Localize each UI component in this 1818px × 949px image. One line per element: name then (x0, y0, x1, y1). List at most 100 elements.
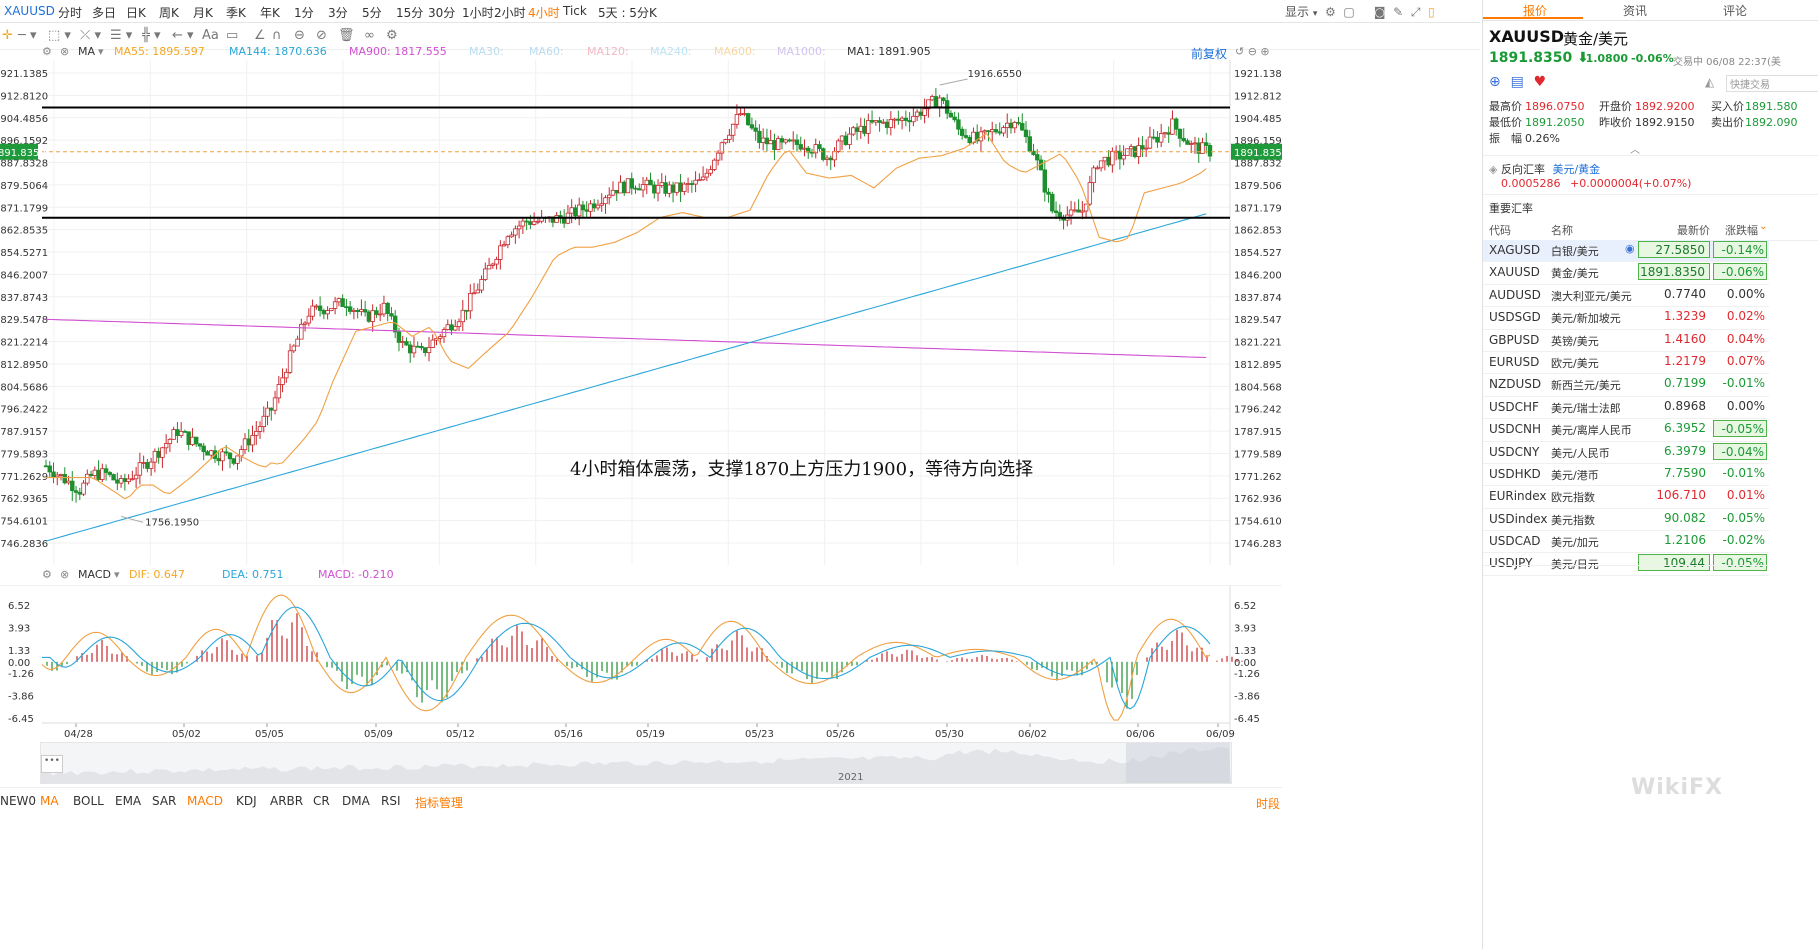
rate-row[interactable]: AUDUSD 澳大利亚元/美元 0.7740 0.00% (1483, 285, 1769, 308)
measure-tool-icon[interactable]: ╬ ▾ (142, 28, 160, 43)
period-2[interactable]: 日K (126, 4, 146, 21)
navigator-window[interactable] (1126, 743, 1230, 783)
period-1[interactable]: 多日 (92, 4, 116, 21)
navigator-handle-left[interactable]: ••• (41, 755, 63, 773)
display-menu[interactable]: 显示 ▾ ⚙ ▢ ◙ ✎ ⤢ ▯ (1285, 3, 1435, 20)
indicator-7[interactable]: ARBR (270, 794, 303, 808)
period-8[interactable]: 3分 (328, 4, 348, 21)
indicator-11[interactable]: 指标管理 (415, 794, 463, 811)
pencil-icon[interactable]: ∠ (254, 28, 266, 43)
bell-icon[interactable]: ◭ (1705, 75, 1714, 89)
macd-chart[interactable]: 6.526.523.933.931.331.330.000.00-1.26-1.… (0, 585, 1282, 740)
fib-tool-icon[interactable]: ☰ ▾ (110, 28, 132, 43)
trash-icon[interactable]: 🗑 (338, 28, 355, 43)
macd-indicator-name[interactable]: MACD (78, 568, 111, 581)
line-tool-icon[interactable]: ─ ▾ (18, 28, 36, 43)
period-6[interactable]: 年K (260, 4, 280, 21)
globe-icon[interactable]: ⊕ (1489, 74, 1501, 90)
period-0[interactable]: 分时 (58, 4, 82, 21)
period-3[interactable]: 周K (159, 4, 179, 21)
rate-row[interactable]: XAGUSD 白银/美元 27.5850 -0.14% ◉ (1483, 240, 1769, 263)
rate-row[interactable]: EURindex 欧元指数 106.710 0.01% (1483, 486, 1769, 509)
indicator-6[interactable]: KDJ (236, 794, 257, 808)
ma-indicator-name[interactable]: MA (78, 45, 95, 58)
tab-news[interactable]: 资讯 (1623, 2, 1647, 19)
indicator-5[interactable]: MACD (187, 794, 223, 808)
arrow-tool-icon[interactable]: ← ▾ (172, 28, 194, 43)
collapse-icon[interactable]: ︿ (1630, 141, 1640, 156)
rate-row[interactable]: GBPUSD 英镑/美元 1.4160 0.04% (1483, 330, 1769, 352)
indicator-0[interactable]: NEW0 (0, 794, 36, 808)
tab-comments[interactable]: 评论 (1723, 2, 1747, 19)
rate-row[interactable]: USDindex 美元指数 90.082 -0.05% (1483, 509, 1769, 532)
fork-tool-icon[interactable]: ⤫ ▾ (80, 28, 101, 43)
close-icon[interactable]: ⊗ (60, 45, 69, 58)
header-price[interactable]: 最新价 (1677, 222, 1710, 238)
reset-icon[interactable]: ↺ ⊖ ⊕ (1235, 45, 1270, 58)
indicator-8[interactable]: CR (313, 794, 330, 808)
heart-icon[interactable]: ♥ (1534, 74, 1547, 90)
candle-body (85, 473, 90, 484)
lock-icon[interactable]: ⊖ (294, 28, 305, 43)
rate-row[interactable]: XAUUSD 黄金/美元 1891.8350 -0.06% (1483, 262, 1769, 285)
edit-icon[interactable]: ✎ (1393, 5, 1403, 19)
macd-tick-left: 0.00 (8, 658, 30, 669)
text-tool-icon[interactable]: Aa (202, 28, 219, 43)
rate-row[interactable]: USDSGD 美元/新加坡元 1.3239 0.02% (1483, 307, 1769, 330)
eye-icon[interactable]: ◉ (1625, 242, 1635, 255)
period-9[interactable]: 5分 (362, 4, 382, 21)
display-label[interactable]: 显示 (1285, 5, 1309, 19)
rate-row[interactable]: USDHKD 美元/港币 7.7590 -0.01% (1483, 464, 1769, 487)
period-12[interactable]: 1小时 (462, 4, 494, 21)
settings-icon[interactable]: ⚙ (386, 28, 398, 43)
camera-icon[interactable]: ◙ (1374, 5, 1386, 19)
comment-tool-icon[interactable]: ▭ (226, 28, 238, 43)
period-13[interactable]: 2小时 (494, 4, 526, 21)
rate-row[interactable]: NZDUSD 新西兰元/美元 0.7199 -0.01% (1483, 374, 1769, 397)
gear-icon[interactable]: ⚙ (1325, 5, 1336, 19)
link-icon[interactable]: ∞ (364, 28, 375, 43)
candlestick-chart[interactable]: 1921.1385 1921.1385 1912.8120 1912.8120 1904… (0, 60, 1282, 565)
note-icon[interactable]: ▤ (1511, 74, 1524, 90)
period-5[interactable]: 季K (226, 4, 246, 21)
indicator-10[interactable]: RSI (381, 794, 401, 808)
chevron-down-icon[interactable]: ▾ (98, 45, 104, 58)
period-10[interactable]: 15分 (396, 4, 423, 21)
indicator-9[interactable]: DMA (342, 794, 370, 808)
rate-row[interactable]: USDCNH 美元/离岸人民币 6.3952 -0.05% (1483, 419, 1769, 442)
close-icon[interactable]: ⊗ (60, 568, 69, 581)
rect-tool-icon[interactable]: ⬚ ▾ (48, 28, 71, 43)
period-16[interactable]: 5天 : 5分K (598, 4, 657, 21)
quick-trade-button[interactable]: 快捷交易 (1726, 75, 1818, 92)
indicator-4[interactable]: SAR (152, 794, 176, 808)
header-change[interactable]: 涨跌幅 (1725, 222, 1758, 238)
fullscreen-icon[interactable]: ⤢ (1411, 5, 1421, 19)
symbol-selector[interactable]: XAUUSD (4, 4, 55, 18)
period-7[interactable]: 1分 (294, 4, 314, 21)
period-4[interactable]: 月K (193, 4, 213, 21)
rate-row[interactable]: USDCHF 美元/瑞士法郎 0.8968 0.00% (1483, 397, 1769, 420)
settings-icon[interactable]: ⚙ (42, 45, 52, 58)
indicator-1[interactable]: MA (40, 794, 59, 808)
header-name[interactable]: 名称 (1551, 222, 1573, 238)
layout-icon[interactable]: ▢ (1343, 5, 1354, 19)
reverse-pair-link[interactable]: 美元/黄金 (1552, 163, 1600, 176)
period-14[interactable]: 4小时 (528, 4, 560, 21)
period-15[interactable]: Tick (563, 4, 587, 18)
indicator-3[interactable]: EMA (115, 794, 141, 808)
sort-icon[interactable]: ⌄ (1759, 221, 1767, 232)
crosshair-icon[interactable]: ✛ (2, 28, 13, 43)
settings-icon[interactable]: ⚙ (42, 568, 52, 581)
session-button[interactable]: 时段 (1256, 795, 1280, 812)
panel-toggle-icon[interactable]: ▯ (1428, 5, 1435, 19)
indicator-2[interactable]: BOLL (73, 794, 104, 808)
rate-row[interactable]: USDCAD 美元/加元 1.2106 -0.02% (1483, 531, 1769, 554)
hide-icon[interactable]: ⊘ (316, 28, 327, 43)
header-code[interactable]: 代码 (1489, 222, 1511, 238)
magnet-icon[interactable]: ∩ (272, 28, 282, 43)
rate-row[interactable]: USDCNY 美元/人民币 6.3979 -0.04% (1483, 442, 1769, 464)
rate-row[interactable]: EURUSD 欧元/美元 1.2179 0.07% (1483, 352, 1769, 375)
period-11[interactable]: 30分 (428, 4, 455, 21)
time-navigator[interactable]: ••• 2021 (40, 742, 1232, 784)
chevron-down-icon[interactable]: ▾ (114, 568, 120, 581)
